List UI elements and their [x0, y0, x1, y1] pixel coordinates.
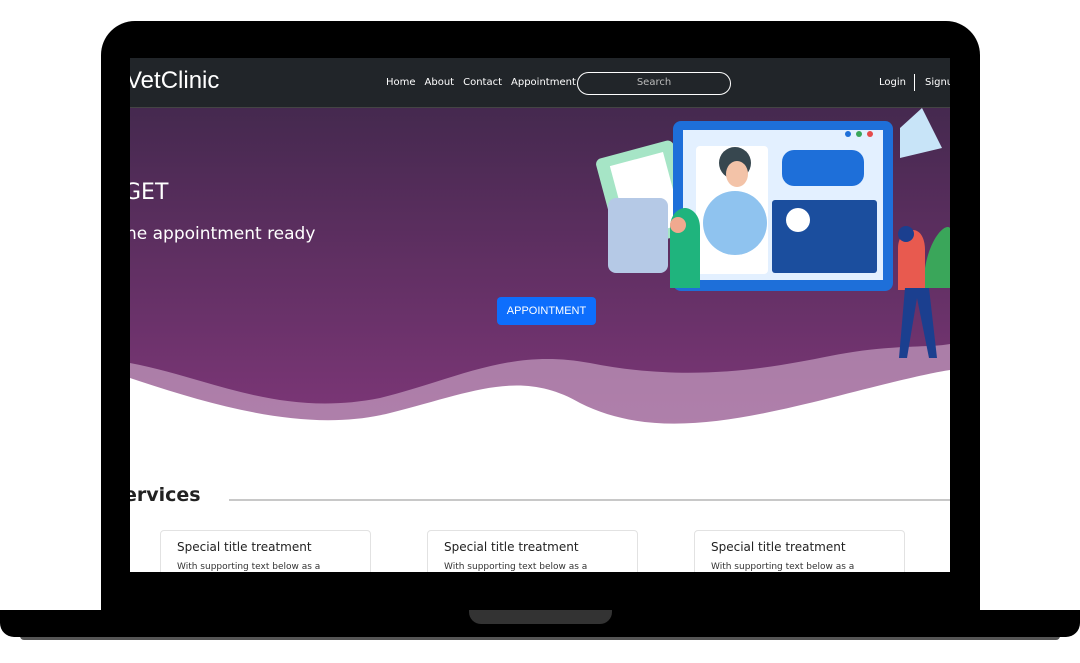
signup-link[interactable]: Signu — [925, 77, 950, 88]
services-heading: ervices — [130, 484, 201, 506]
nav-appointment[interactable]: Appointment — [511, 77, 576, 88]
hero-subtitle: he appointment ready — [130, 224, 316, 244]
card-title: Special title treatment — [177, 540, 312, 554]
appointment-button[interactable]: APPOINTMENT — [497, 297, 596, 325]
nav-links: Home About Contact Appointment — [386, 77, 576, 88]
nav-contact[interactable]: Contact — [463, 77, 502, 88]
screen: GET he appointment ready APPOINTMENT Vet… — [130, 58, 950, 572]
card-text: With supporting text below as a — [444, 562, 588, 572]
login-link[interactable]: Login — [879, 77, 906, 88]
card-title: Special title treatment — [711, 540, 846, 554]
card-title: Special title treatment — [444, 540, 579, 554]
service-card: Special title treatment With supporting … — [694, 530, 905, 572]
hero-title: GET — [130, 180, 169, 205]
card-text: With supporting text below as a — [177, 562, 321, 572]
nav-about[interactable]: About — [425, 77, 455, 88]
brand-logo[interactable]: VetClinic — [130, 67, 219, 95]
hero-section: GET he appointment ready APPOINTMENT — [130, 108, 950, 438]
navbar: VetClinic Home About Contact Appointment… — [130, 58, 950, 108]
hero-illustration — [130, 108, 950, 438]
service-card: Special title treatment With supporting … — [160, 530, 371, 572]
service-card: Special title treatment With supporting … — [427, 530, 638, 572]
divider — [914, 74, 915, 91]
nav-home[interactable]: Home — [386, 77, 416, 88]
services-divider — [229, 499, 950, 501]
card-text: With supporting text below as a — [711, 562, 855, 572]
search-input[interactable]: Search — [577, 72, 731, 95]
laptop-notch — [469, 610, 612, 624]
